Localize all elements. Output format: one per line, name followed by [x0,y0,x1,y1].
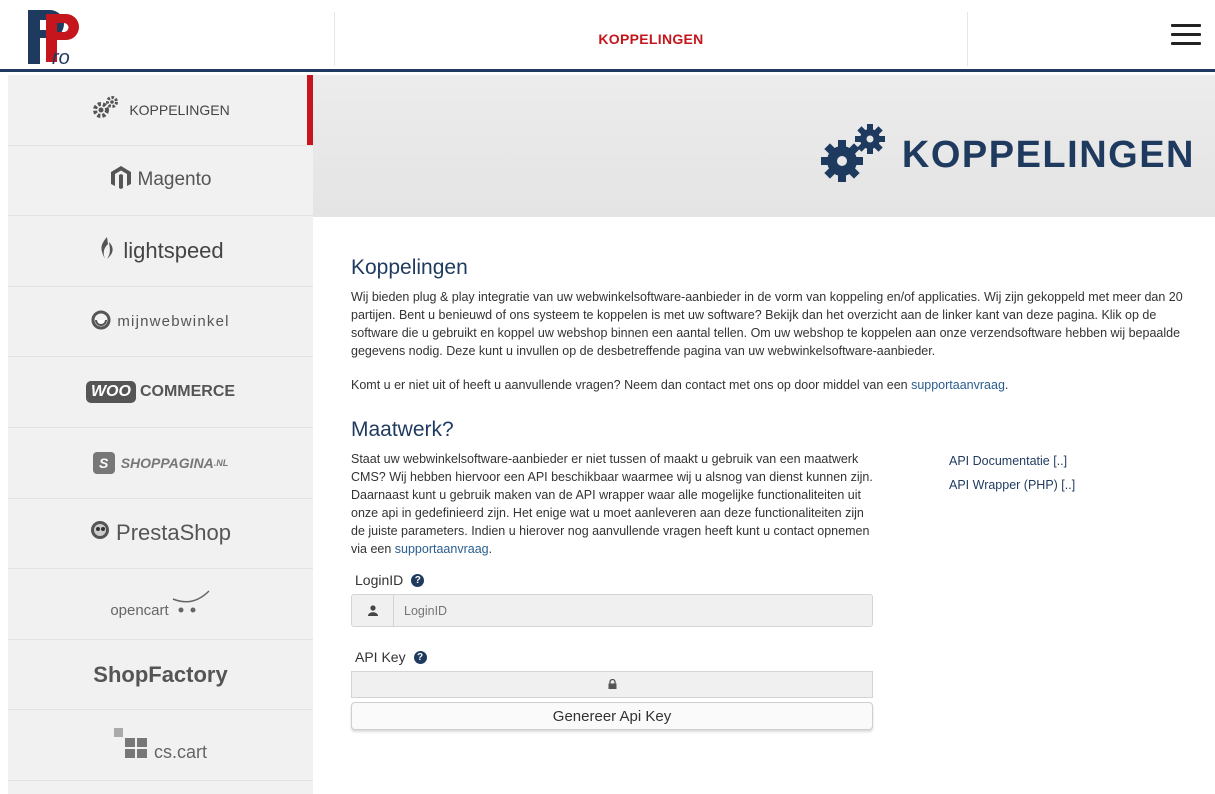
maatwerk-paragraph: Staat uw webwinkelsoftware-aanbieder er … [351,450,873,558]
api-documentation-link[interactable]: API Documentatie [..] [949,454,1075,468]
user-icon [352,595,394,626]
maatwerk-heading: Maatwerk? [351,418,454,441]
pro-logo[interactable]: ro [22,8,86,69]
loginid-label-text: LoginID [355,572,404,588]
sidebar-item-suffix: .NL [213,457,229,468]
sidebar-item-prestashop[interactable]: PrestaShop [8,499,313,570]
maatwerk-end: . [488,542,493,556]
page-banner: KOPPELINGEN [313,75,1215,217]
gears-icon [818,123,888,188]
sidebar-item-cscart[interactable]: cs.cart [8,710,313,781]
sidebar-item-label: mijnwebwinkel [117,313,230,331]
mijnwebwinkel-icon [91,310,111,334]
sidebar-item-opencart[interactable]: opencart [8,569,313,640]
gears-icon [91,95,121,124]
sidebar-item-label: ShopFactory [93,661,228,687]
header-title-cell: KOPPELINGEN [334,12,968,66]
sidebar-item-shoppagina[interactable]: S SHOPPAGINA .NL [8,428,313,499]
sidebar-item-label: cs.cart [153,741,207,762]
lock-icon [608,676,617,694]
support-question-end: . [1004,378,1009,392]
sidebar-item-label: Magento [137,169,212,191]
prestashop-icon [90,520,110,546]
apikey-label: API Key ? [355,649,873,665]
sidebar-item-label: PrestaShop [116,520,231,546]
banner-title: KOPPELINGEN [901,134,1195,176]
sidebar-item-label: KOPPELINGEN [129,101,230,118]
sidebar-item-mijnwebwinkel[interactable]: mijnwebwinkel [8,287,313,358]
svg-text:ro: ro [52,47,70,66]
generate-api-key-button[interactable]: Genereer Api Key [351,702,873,730]
support-link[interactable]: supportaanvraag [911,378,1005,392]
intro-heading: Koppelingen [351,256,468,279]
sidebar-item-magento[interactable]: Magento [8,146,313,217]
main-content: Koppelingen Wij bieden plug & play integ… [351,256,1191,730]
sidebar-item-label: SHOPPAGINA [120,454,214,471]
top-header: ro KOPPELINGEN [0,0,1215,72]
maatwerk-support-link[interactable]: supportaanvraag [395,542,489,556]
lightspeed-icon [97,236,117,266]
cart-icon [171,589,211,619]
loginid-group [351,594,873,627]
cscart-icon [113,727,148,763]
sidebar-item-label: lightspeed [123,237,224,263]
support-question: Komt u er niet uit of heeft u aanvullend… [351,376,1191,394]
shoppagina-badge: S [92,451,115,474]
sidebar-item-label: COMMERCE [139,383,236,401]
loginid-input[interactable] [394,595,872,626]
loginid-label: LoginID ? [355,572,873,588]
help-icon[interactable]: ? [413,650,427,664]
hamburger-icon[interactable] [1171,24,1201,46]
apikey-label-text: API Key [355,649,406,665]
woo-badge: WOO [85,381,136,404]
sidebar-item-label: opencart [110,601,169,619]
sidebar-item-koppelingen[interactable]: KOPPELINGEN [8,75,313,146]
sidebar: KOPPELINGEN Magento lightspeed mijnwebwi… [8,75,313,794]
magento-icon [110,165,132,195]
sidebar-item-lightspeed[interactable]: lightspeed [8,216,313,287]
help-icon[interactable]: ? [411,573,425,587]
header-title: KOPPELINGEN [598,31,704,47]
sidebar-item-woocommerce[interactable]: WOO COMMERCE [8,357,313,428]
apikey-field[interactable] [351,671,873,698]
api-wrapper-link[interactable]: API Wrapper (PHP) [..] [949,478,1075,492]
maatwerk-text: Staat uw webwinkelsoftware-aanbieder er … [351,452,873,556]
support-question-text: Komt u er niet uit of heeft u aanvullend… [351,378,912,392]
sidebar-item-shopfactory[interactable]: ShopFactory [8,640,313,711]
intro-paragraph: Wij bieden plug & play integratie van uw… [351,290,1183,358]
